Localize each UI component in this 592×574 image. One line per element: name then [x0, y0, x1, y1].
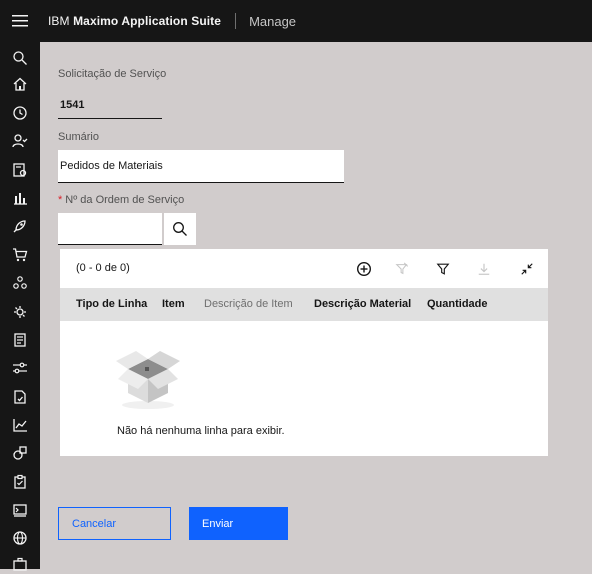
material-lines-table: (0 - 0 de 0) Tipo de Linha Item Descriçã… — [60, 249, 548, 456]
history-icon[interactable] — [10, 103, 30, 123]
home-icon[interactable] — [10, 74, 30, 94]
brand-name: Maximo Application Suite — [73, 14, 222, 28]
terminal-icon[interactable] — [10, 500, 30, 520]
empty-box-icon — [112, 347, 184, 416]
cancel-button[interactable]: Cancelar — [58, 507, 171, 540]
ledger-icon[interactable] — [10, 330, 30, 350]
sliders-icon[interactable] — [10, 358, 30, 378]
clear-filter-button[interactable] — [391, 258, 413, 280]
add-row-button[interactable] — [353, 258, 375, 280]
summary-input[interactable]: Pedidos de Materiais — [58, 150, 344, 183]
empty-state-message: Não há nenhuma linha para exibir. — [117, 425, 285, 437]
brand-title[interactable]: IBM Maximo Application Suite — [48, 14, 221, 28]
work-order-label-row: * Nº da Ordem de Serviço — [58, 194, 184, 206]
line-chart-icon[interactable] — [10, 415, 30, 435]
work-order-input[interactable] — [58, 213, 162, 245]
briefcase-icon[interactable] — [10, 554, 30, 574]
brand-prefix: IBM — [48, 14, 70, 28]
column-header-quantity[interactable]: Quantidade — [427, 298, 488, 310]
search-icon[interactable] — [10, 48, 30, 68]
search-icon — [173, 222, 187, 236]
filter-button[interactable] — [432, 258, 454, 280]
clear-filter-icon — [395, 262, 409, 275]
column-header-material-description[interactable]: Descrição Material — [314, 298, 411, 310]
shapes-icon[interactable] — [10, 443, 30, 463]
row-count: (0 - 0 de 0) — [76, 262, 130, 274]
filter-icon — [436, 263, 450, 275]
header-divider — [235, 13, 237, 29]
required-indicator: * — [58, 194, 63, 206]
search-button[interactable] — [164, 213, 196, 245]
side-nav — [0, 42, 40, 571]
top-header: IBM Maximo Application Suite Manage — [0, 0, 592, 42]
summary-label: Sumário — [58, 131, 99, 143]
gear-swap-icon[interactable] — [10, 302, 30, 322]
work-order-label: Nº da Ordem de Serviço — [65, 194, 185, 206]
globe-icon[interactable] — [10, 528, 30, 548]
column-header-line-type[interactable]: Tipo de Linha — [76, 298, 147, 310]
rocket-icon[interactable] — [10, 216, 30, 236]
collapse-icon — [521, 263, 533, 275]
service-request-value: 1541 — [58, 92, 162, 119]
column-header-item[interactable]: Item — [162, 298, 185, 310]
collapse-button[interactable] — [516, 258, 538, 280]
column-header-item-description[interactable]: Descrição de Item — [204, 298, 293, 310]
download-icon — [478, 263, 490, 275]
table-header: Tipo de Linha Item Descrição de Item Des… — [60, 288, 548, 321]
cart-icon[interactable] — [10, 245, 30, 265]
document-check-icon[interactable] — [10, 387, 30, 407]
user-check-icon[interactable] — [10, 131, 30, 151]
network-icon[interactable] — [10, 273, 30, 293]
clipboard-icon[interactable] — [10, 472, 30, 492]
report-icon[interactable] — [10, 160, 30, 180]
menu-icon[interactable] — [0, 0, 40, 42]
service-request-label: Solicitação de Serviço — [58, 68, 167, 80]
download-button[interactable] — [473, 258, 495, 280]
bar-chart-icon[interactable] — [10, 188, 30, 208]
app-name: Manage — [249, 13, 297, 29]
add-icon — [356, 261, 372, 277]
submit-button[interactable]: Enviar — [189, 507, 288, 540]
